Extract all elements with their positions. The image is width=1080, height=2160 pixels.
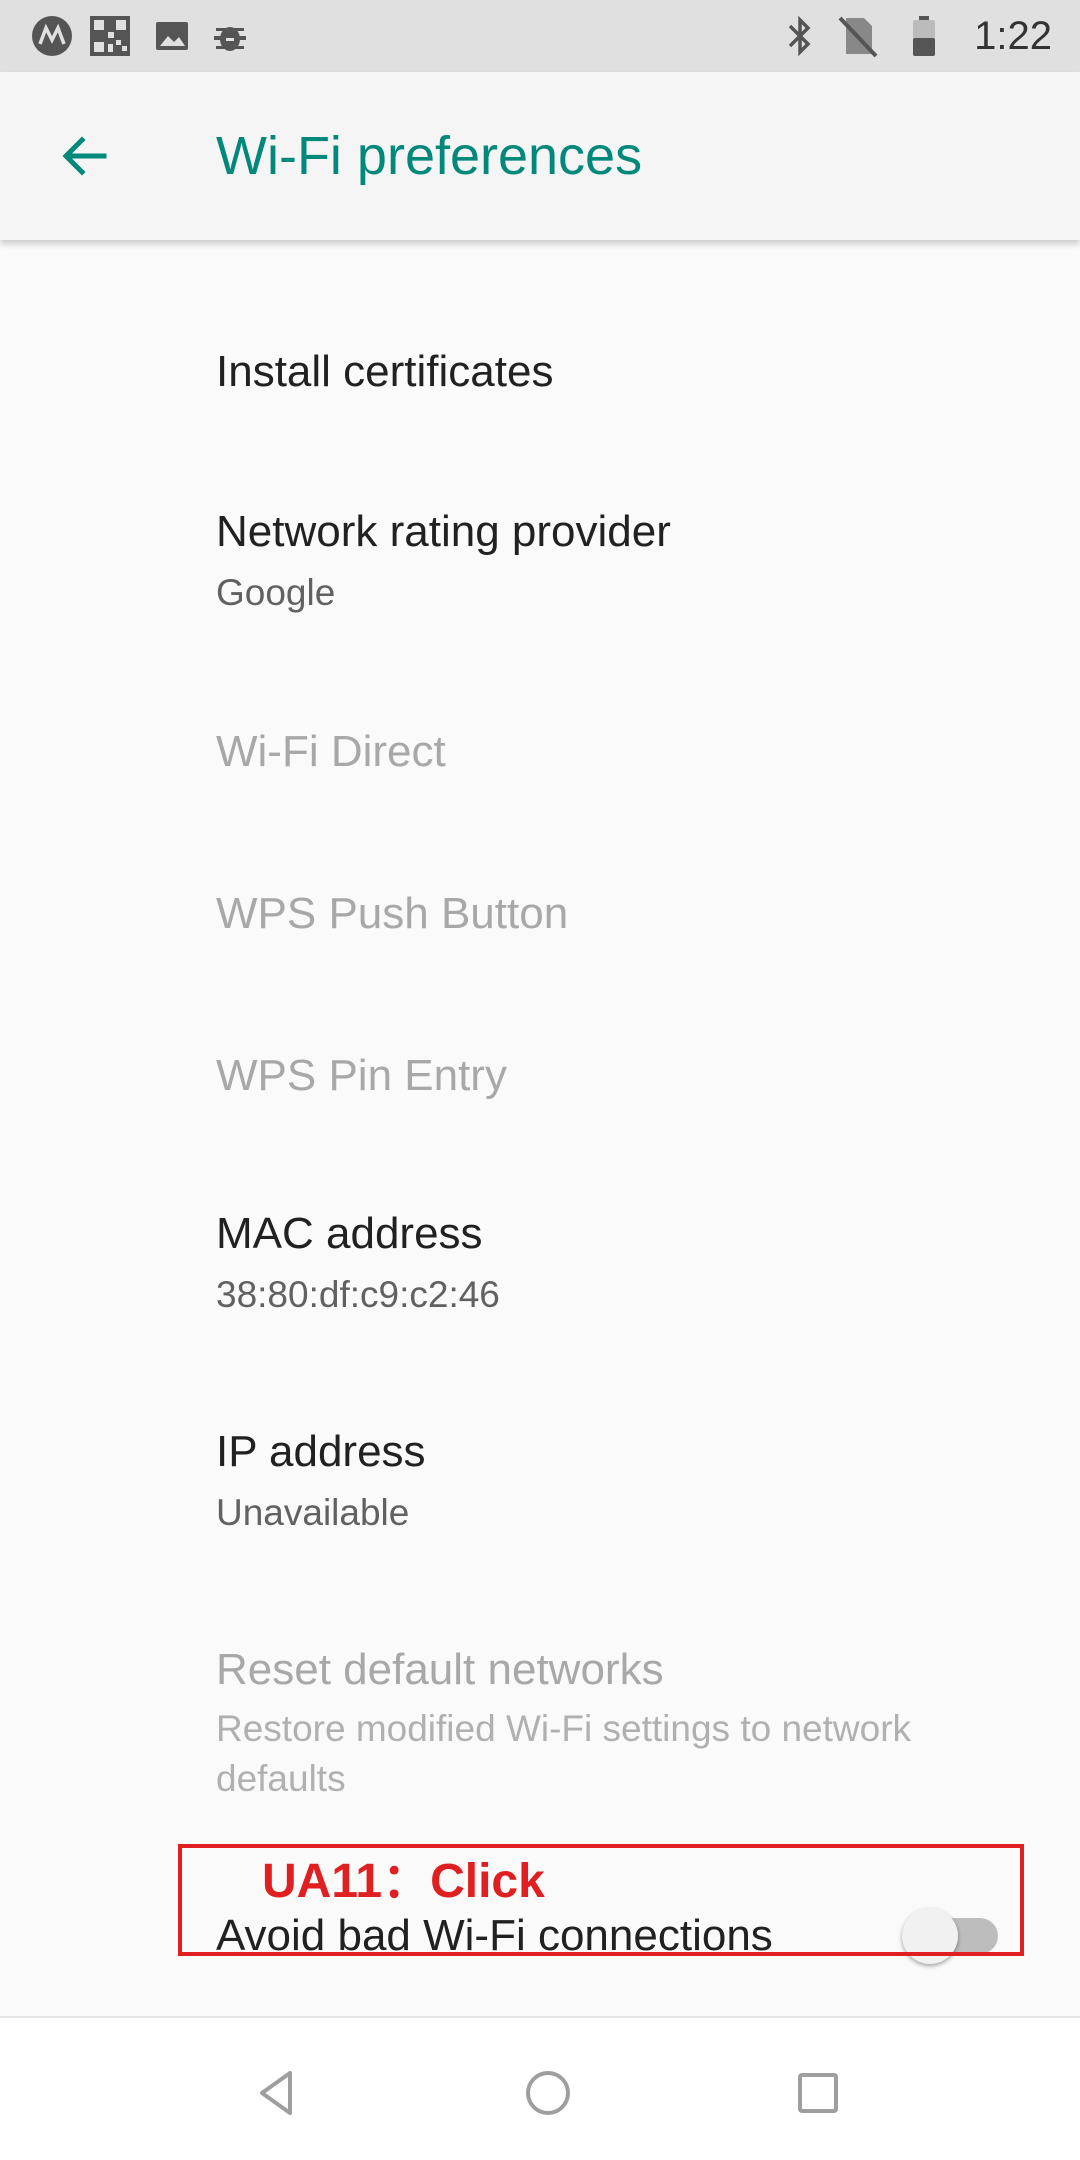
status-bar: 1:22 (0, 0, 1080, 72)
pref-reset-default-networks: Reset default networks Restore modified … (0, 1602, 1080, 1822)
motorola-logo-icon (30, 14, 74, 58)
pref-wps-pin-entry: WPS Pin Entry (0, 1012, 1080, 1136)
pref-title: WPS Push Button (216, 889, 569, 938)
arrow-back-icon (62, 136, 107, 176)
back-triangle-icon (260, 2071, 292, 2115)
annotation-label: UA11：Click (262, 1855, 545, 1908)
no-sim-icon (836, 14, 880, 58)
pref-title: IP address (216, 1427, 426, 1476)
battery-icon (902, 14, 946, 58)
pref-title: Network rating provider (216, 507, 671, 556)
pref-summary: Restore modified Wi-Fi settings to netwo… (216, 1708, 912, 1799)
pref-title: Wi-Fi Direct (216, 727, 446, 776)
pref-summary: 38:80:df:c9:c2:46 (216, 1274, 500, 1315)
pref-wifi-direct: Wi-Fi Direct (0, 688, 1080, 812)
pref-title: MAC address (216, 1209, 483, 1258)
nav-home-button[interactable] (498, 2048, 598, 2138)
nav-recents-button[interactable] (768, 2048, 868, 2138)
image-icon (150, 14, 194, 58)
app-bar: Wi-Fi preferences (0, 72, 1080, 240)
pref-install-certificates[interactable]: Install certificates (0, 306, 1080, 438)
qr-code-icon (88, 14, 132, 58)
status-time: 1:22 (974, 14, 1052, 58)
home-circle-icon (526, 2071, 570, 2115)
pref-network-rating-provider[interactable]: Network rating provider Google (0, 466, 1080, 636)
back-button[interactable] (40, 112, 128, 200)
pref-summary: Unavailable (216, 1492, 410, 1533)
nav-back-button[interactable] (228, 2048, 328, 2138)
pref-title: Install certificates (216, 347, 554, 396)
pref-mac-address[interactable]: MAC address 38:80:df:c9:c2:46 (0, 1166, 1080, 1336)
pref-title: Reset default networks (216, 1645, 664, 1694)
bluetooth-icon (778, 14, 822, 58)
pref-wps-push-button: WPS Push Button (0, 850, 1080, 974)
nav-bar (0, 2016, 1080, 2160)
page-title: Wi-Fi preferences (216, 126, 643, 186)
pref-summary: Google (216, 572, 336, 613)
pref-title: WPS Pin Entry (216, 1051, 507, 1100)
recents-square-icon (798, 2073, 838, 2113)
pref-ip-address[interactable]: IP address Unavailable (0, 1384, 1080, 1554)
bug-icon (208, 14, 252, 58)
